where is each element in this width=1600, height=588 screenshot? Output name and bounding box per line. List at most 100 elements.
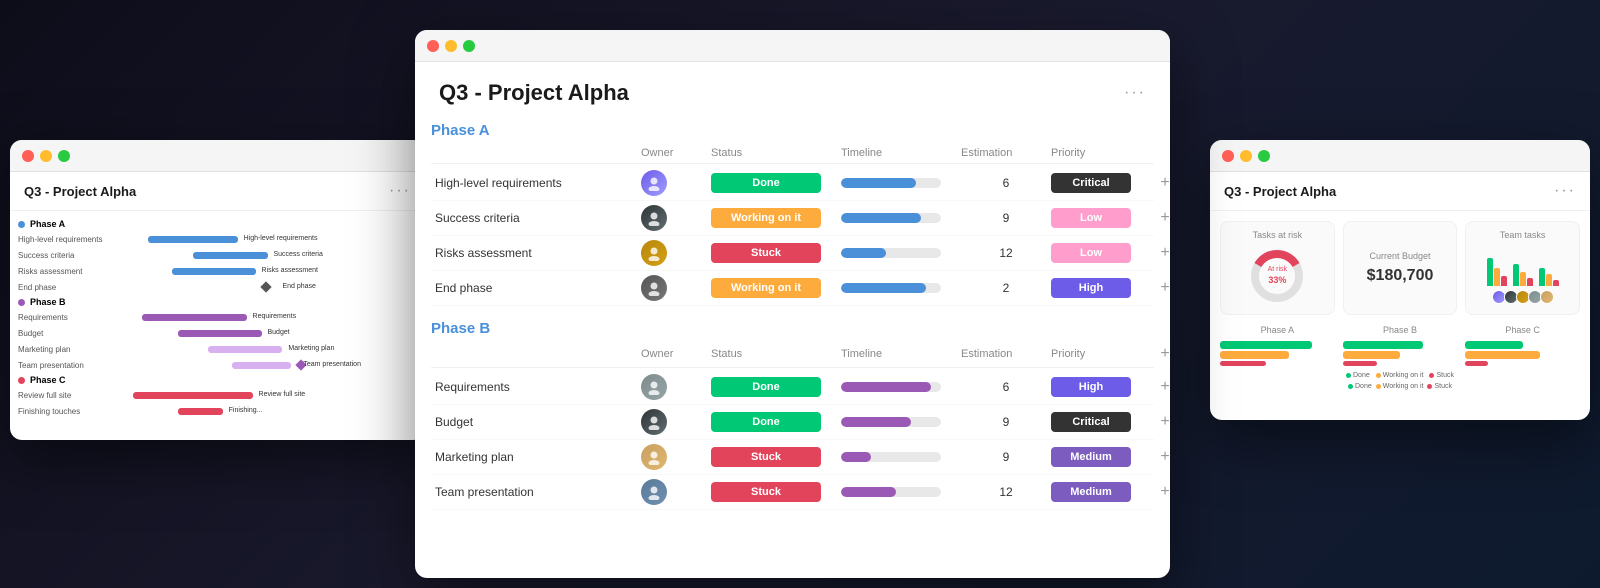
pa-done-lbl: Done — [1355, 383, 1372, 390]
tl-yellow[interactable] — [1240, 150, 1252, 162]
status-badge: Done — [711, 412, 821, 432]
col-status: Status — [711, 348, 841, 360]
at-risk-pct: 33% — [1268, 275, 1287, 286]
add-icon[interactable]: + — [1151, 413, 1170, 431]
phase-b-bar-label: Phase B — [1343, 325, 1458, 335]
gantt-bar-area: Finishing... — [118, 406, 417, 416]
tl-yellow[interactable] — [40, 150, 52, 162]
phase-b-stuck-bar — [1343, 361, 1377, 366]
timeline-fill — [841, 487, 896, 497]
task-timeline — [841, 283, 961, 293]
task-name: Team presentation — [431, 485, 641, 499]
gantt-bar-area: High-level requirements — [118, 234, 417, 244]
avatar — [641, 374, 667, 400]
status-badge: Stuck — [711, 447, 821, 467]
phase-a-table-header: Owner Status Timeline Estimation Priorit… — [431, 143, 1154, 164]
tl-yellow[interactable] — [445, 40, 457, 52]
team-avatars — [1474, 290, 1571, 304]
gantt-bar-label: Finishing... — [229, 407, 263, 414]
legend-done-label: Done — [1353, 372, 1370, 379]
legend-done-dot — [1346, 373, 1351, 378]
phase-b-working-bar — [1343, 351, 1400, 359]
budget-card: Current Budget $180,700 — [1343, 221, 1458, 315]
add-icon[interactable]: + — [1151, 174, 1170, 192]
tl-green[interactable] — [1258, 150, 1270, 162]
task-status: Stuck — [711, 447, 841, 467]
phase-a-bars — [1220, 341, 1335, 366]
avatar — [641, 275, 667, 301]
add-icon[interactable]: + — [1151, 209, 1170, 227]
task-owner — [641, 170, 711, 196]
tl-green[interactable] — [463, 40, 475, 52]
priority-badge: Low — [1051, 243, 1131, 263]
pa-l-woi: Working on it — [1376, 383, 1424, 390]
task-status: Stuck — [711, 243, 841, 263]
gantt-bar — [133, 392, 253, 399]
legend-stuck-label: Stuck — [1436, 372, 1454, 379]
add-icon[interactable]: + — [1151, 378, 1170, 396]
add-icon[interactable]: + — [1151, 279, 1170, 297]
budget-title: Current Budget — [1369, 251, 1430, 261]
avatar — [641, 479, 667, 505]
pa-done-dot — [1348, 384, 1353, 389]
team-bar-chart — [1474, 246, 1571, 286]
gantt-task-name: Risks assessment — [18, 267, 118, 276]
task-priority: Low — [1051, 208, 1151, 228]
timeline-fill — [841, 382, 931, 392]
gantt-bar — [232, 362, 292, 369]
gantt-phase-b-label: Phase B — [30, 297, 66, 307]
table-row: Budget Done 9 Critical + — [431, 405, 1154, 440]
gantt-bar — [148, 236, 238, 243]
gantt-bar-label: Requirements — [253, 313, 297, 320]
gantt-bar-label: Risks assessment — [262, 267, 318, 274]
mini-bar-working — [1494, 268, 1500, 286]
timeline-fill — [841, 452, 871, 462]
main-header: Q3 - Project Alpha ··· — [415, 62, 1170, 116]
gantt-bar-label: End phase — [282, 283, 315, 290]
gantt-row: Budget Budget — [10, 325, 425, 341]
timeline-fill — [841, 213, 921, 223]
gantt-row: End phase End phase — [10, 279, 425, 295]
mini-bar-stuck — [1553, 280, 1559, 286]
timeline-bar — [841, 452, 941, 462]
add-icon[interactable]: + — [1151, 448, 1170, 466]
col-status: Status — [711, 147, 841, 159]
phase-c-bar-label: Phase C — [1465, 325, 1580, 335]
phase-b-add[interactable]: + — [1151, 345, 1170, 363]
gantt-bar-area: Budget — [118, 328, 417, 338]
tl-green[interactable] — [58, 150, 70, 162]
task-status: Done — [711, 377, 841, 397]
phase-a-dot — [18, 221, 25, 228]
gantt-task-name: Budget — [18, 329, 118, 338]
gantt-row: Finishing touches Finishing... — [10, 403, 425, 419]
gantt-bar-area: End phase — [118, 282, 417, 292]
task-owner — [641, 409, 711, 435]
table-row: Requirements Done 6 High + — [431, 370, 1154, 405]
bar-group — [1539, 268, 1559, 286]
gantt-phase-c-label: Phase C — [30, 375, 66, 385]
gantt-bar-label: Success criteria — [273, 251, 322, 258]
task-status: Working on it — [711, 278, 841, 298]
add-icon[interactable]: + — [1151, 244, 1170, 262]
tl-red[interactable] — [1222, 150, 1234, 162]
gantt-phase-a-header: Phase A — [10, 217, 425, 231]
timeline-fill — [841, 417, 911, 427]
gantt-row: Review full site Review full site — [10, 387, 425, 403]
main-more-btn[interactable]: ··· — [1124, 84, 1146, 102]
table-row: Success criteria Working on it 9 Low + — [431, 201, 1154, 236]
tl-red[interactable] — [22, 150, 34, 162]
phase-a-done-bar — [1220, 341, 1312, 349]
gantt-bar — [178, 330, 262, 337]
priority-badge: Critical — [1051, 173, 1131, 193]
table-row: High-level requirements Done 6 Critical … — [431, 166, 1154, 201]
dashboard-more-btn[interactable]: ··· — [1554, 182, 1576, 200]
add-icon[interactable]: + — [1151, 483, 1170, 501]
tl-red[interactable] — [427, 40, 439, 52]
timeline-bar — [841, 283, 941, 293]
gantt-more-btn[interactable]: ··· — [389, 182, 411, 200]
pa-l-stuck: Stuck — [1427, 383, 1452, 390]
gantt-bar-label: Budget — [268, 329, 290, 336]
task-timeline — [841, 213, 961, 223]
table-row: Team presentation Stuck 12 Medium + — [431, 475, 1154, 510]
bar-group — [1513, 264, 1533, 286]
